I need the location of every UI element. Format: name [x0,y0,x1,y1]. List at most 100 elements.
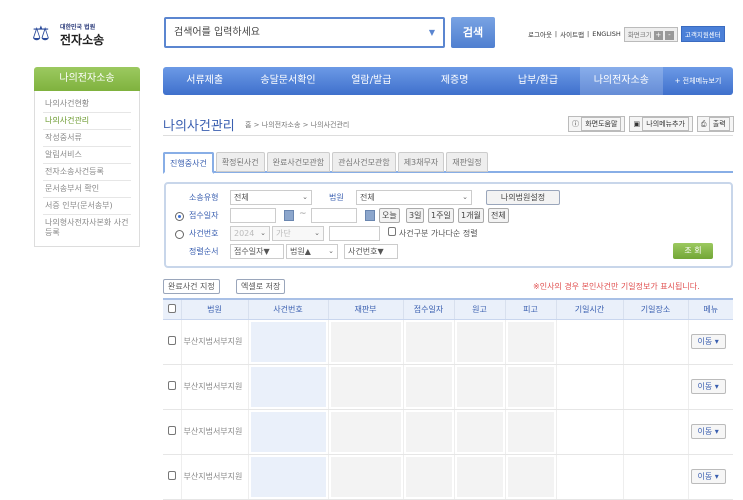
date-from-input[interactable] [230,208,276,223]
english-link[interactable]: ENGLISH [592,30,621,38]
nav-item[interactable]: 서류제출 [163,67,246,95]
help-button[interactable]: ⓘ 화면도움말 [568,116,626,132]
move-button[interactable]: 이동 ▾ [690,424,726,439]
date-to-input[interactable] [311,208,357,223]
tab[interactable]: 확정된사건 [215,152,265,172]
order-label: 정렬순서 [189,247,219,256]
sidebar-item[interactable]: 작성중서류 [43,130,131,147]
nav-item[interactable]: 열람/발급 [330,67,413,95]
redacted-cell [247,364,328,410]
breadcrumb: 홈 > 나의전자소송 > 나의사건관리 [245,121,350,129]
row-checkbox[interactable] [167,426,176,435]
col-hearing-time: 기일시간 [555,298,623,320]
all-menu-button[interactable]: + 전체메뉴보기 [663,67,733,95]
move-button[interactable]: 이동 ▾ [690,334,726,349]
excel-save-button[interactable]: 엑셀로 저장 [236,279,286,294]
order-value: 접수일자▼ [234,247,270,256]
dropdown-arrow-icon[interactable]: ▼ [429,19,435,46]
col-court: 법원 [180,298,248,320]
row-checkbox[interactable] [167,381,176,390]
nav-item[interactable]: 송달문서확인 [246,67,329,95]
tab[interactable]: 재판일정 [446,152,488,172]
case-type-select[interactable]: 전체 ⌄ [230,190,312,205]
sidebar-item[interactable]: 문서송부서 확인 [43,181,131,198]
date-radio[interactable] [175,212,184,221]
court-cell: 부산지법서부지원 [180,409,248,455]
order-select-2[interactable]: 법원▲ ⌄ [286,244,338,259]
quick-1month[interactable]: 1개월 [458,208,484,223]
query-button[interactable]: 조 회 [673,243,713,259]
redacted-cell [504,319,556,365]
redacted-cell [504,454,556,500]
nav-item[interactable]: 납부/환급 [496,67,579,95]
select-all-checkbox[interactable] [167,303,176,313]
sitemap-link[interactable]: 사이트맵 [560,29,584,39]
redacted-cell [327,364,403,410]
table-header: 법원 사건번호 재판부 접수일자 원고 피고 기일시간 기일장소 메뉴 [163,298,733,320]
calendar-icon[interactable] [284,210,294,221]
search-placeholder: 검색어를 입력하세요 [174,27,260,38]
sidebar-item[interactable]: 나의사건현황 [43,96,131,113]
court-select[interactable]: 전체 ⌄ [356,190,472,205]
case-kind-select[interactable]: 가단 ⌄ [272,226,324,241]
year-select[interactable]: 2024 ⌄ [230,226,270,241]
search-input[interactable]: 검색어를 입력하세요 ▼ [164,17,445,48]
redacted-cell [402,409,454,455]
move-button[interactable]: 이동 ▾ [690,469,726,484]
tab[interactable]: 관심사건모관함 [332,152,396,172]
help-center-button[interactable]: 고객지원센터 [680,26,725,42]
redacted-cell [453,409,505,455]
help-label: 화면도움말 [581,117,622,131]
tab-active[interactable]: 진행중사건 [163,152,214,174]
sidebar-item[interactable]: 나의형사전자사본화 사건등록 [43,215,131,241]
col-plaintiff: 원고 [453,298,505,320]
sidebar-item-active[interactable]: 나의사건관리 [43,113,131,130]
col-case-no: 사건번호 [247,298,328,320]
court-logo-icon: ⚖ [32,21,50,45]
case-table: 법원 사건번호 재판부 접수일자 원고 피고 기일시간 기일장소 메뉴 부산지법… [163,298,733,500]
sort-checkbox-row[interactable]: 사건구분 가나다순 정렬 [388,227,478,239]
order-select-3[interactable]: 사건번호▼ [344,244,398,259]
caseno-input[interactable] [329,226,380,241]
order-select-1[interactable]: 접수일자▼ [230,244,284,259]
select-all[interactable] [163,298,181,320]
case-kind-value: 가단 [276,229,291,238]
complete-case-button[interactable]: 완료사건 지정 [163,279,220,294]
quick-1week[interactable]: 1주일 [428,208,454,223]
quick-3days[interactable]: 3일 [406,208,425,223]
nav-item-active[interactable]: 나의전자소송 [579,67,663,95]
print-button[interactable]: ⎙ 출력 [696,116,734,132]
redacted-cell [402,319,454,365]
add-menu-button[interactable]: ▣ 나의메뉴추가 [629,116,693,132]
col-hearing-place: 기일장소 [622,298,688,320]
chevron-down-icon: ⌄ [314,229,320,237]
caseno-radio[interactable] [175,230,184,239]
row-checkbox[interactable] [167,471,176,480]
my-court-button[interactable]: 나의법원설정 [486,190,560,205]
redacted-cell [453,454,505,500]
redacted-cell [247,454,328,500]
sidebar-item[interactable]: 전자소송사건등록 [43,164,131,181]
page-buttons: ⓘ 화면도움말 ▣ 나의메뉴추가 ⎙ 출력 [568,116,734,132]
quick-today[interactable]: 오늘 [379,208,400,223]
col-date: 접수일자 [402,298,454,320]
zoom-out-button[interactable]: - [664,30,674,40]
zoom-in-button[interactable]: + [653,30,663,40]
tab[interactable]: 완료사건모관함 [266,152,331,172]
logout-link[interactable]: 로그아웃 [528,29,552,39]
quick-all[interactable]: 전체 [488,208,509,223]
sidebar-item[interactable]: 알림서비스 [43,147,131,164]
redacted-cell [453,319,505,365]
redacted-cell [247,319,328,365]
notice-text: ※인사의 경우 본인사건만 기일정보가 표시됩니다. [533,282,700,291]
sort-checkbox[interactable] [388,227,396,236]
logo[interactable]: ⚖ 대한민국 법원 전자소송 [32,20,112,50]
sidebar-item[interactable]: 서증 인부(문서송부) [43,198,131,215]
tab[interactable]: 제3채무자 [397,152,445,172]
search-button[interactable]: 검색 [451,17,495,48]
court-value: 전체 [360,193,375,202]
row-checkbox[interactable] [167,336,176,345]
calendar-icon[interactable] [365,210,375,221]
nav-item[interactable]: 제증명 [413,67,496,95]
move-button[interactable]: 이동 ▾ [690,379,726,394]
